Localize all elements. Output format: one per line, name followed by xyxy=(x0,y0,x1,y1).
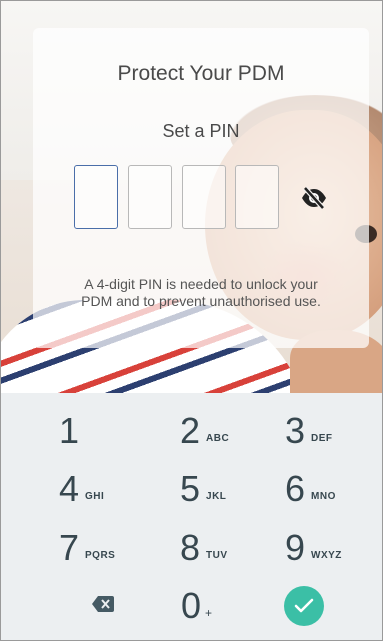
key-letters: GHI xyxy=(85,490,105,502)
key-letters: DEF xyxy=(311,432,333,444)
key-letters: ABC xyxy=(206,432,230,444)
key-6[interactable]: 6 MNO xyxy=(258,461,368,517)
key-digit: 3 xyxy=(284,410,306,451)
help-line-2: PDM and to prevent unauthorised use. xyxy=(81,293,321,309)
key-letters: TUV xyxy=(206,549,228,561)
pin-digit-field-1[interactable] xyxy=(74,165,118,229)
key-8[interactable]: 8 TUV xyxy=(153,520,263,576)
key-letters: WXYZ xyxy=(311,549,342,561)
key-digit: 0 xyxy=(180,585,202,626)
pin-digit-field-2[interactable] xyxy=(128,165,172,229)
key-3[interactable]: 3 DEF xyxy=(258,403,368,459)
key-4[interactable]: 4 GHI xyxy=(32,461,142,517)
key-digit: 1 xyxy=(58,410,80,451)
pin-dialog: Protect Your PDM Set a PIN A 4-digit PIN… xyxy=(33,28,369,348)
backspace-icon xyxy=(92,595,114,617)
key-digit: 8 xyxy=(179,527,201,568)
dialog-title: Protect Your PDM xyxy=(117,62,285,85)
key-9[interactable]: 9 WXYZ xyxy=(258,520,368,576)
key-digit: 6 xyxy=(284,468,306,509)
key-digit: 9 xyxy=(284,527,306,568)
key-digit: 4 xyxy=(58,468,80,509)
key-letters: JKL xyxy=(206,490,227,502)
key-0[interactable]: 0 + xyxy=(153,578,263,634)
help-line-1: A 4-digit PIN is needed to unlock your xyxy=(84,276,318,292)
pin-digit-field-4[interactable] xyxy=(235,165,279,229)
key-7[interactable]: 7 PQRS xyxy=(32,520,142,576)
key-1[interactable]: 1 xyxy=(32,403,142,459)
confirm-button[interactable] xyxy=(249,578,359,634)
key-digit: 2 xyxy=(179,410,201,451)
dialog-subtitle: Set a PIN xyxy=(162,121,240,141)
key-digit: 7 xyxy=(58,527,80,568)
key-digit: 5 xyxy=(179,468,201,509)
key-5[interactable]: 5 JKL xyxy=(153,461,263,517)
key-2[interactable]: 2 ABC xyxy=(153,403,263,459)
checkmark-icon xyxy=(284,586,324,626)
numeric-keypad: 1 2 ABC 3 DEF 4 GHI 5 JKL 6 MNO 7 PQRS 8… xyxy=(0,393,383,641)
backspace-button[interactable] xyxy=(48,578,158,634)
pin-digit-field-3[interactable] xyxy=(182,165,226,229)
key-letters: MNO xyxy=(311,490,336,502)
pin-help-text: A 4-digit PIN is needed to unlock your P… xyxy=(33,276,369,310)
key-letters: PQRS xyxy=(85,549,116,561)
key-plus-symbol: + xyxy=(205,606,213,620)
eye-off-icon[interactable] xyxy=(300,186,328,210)
